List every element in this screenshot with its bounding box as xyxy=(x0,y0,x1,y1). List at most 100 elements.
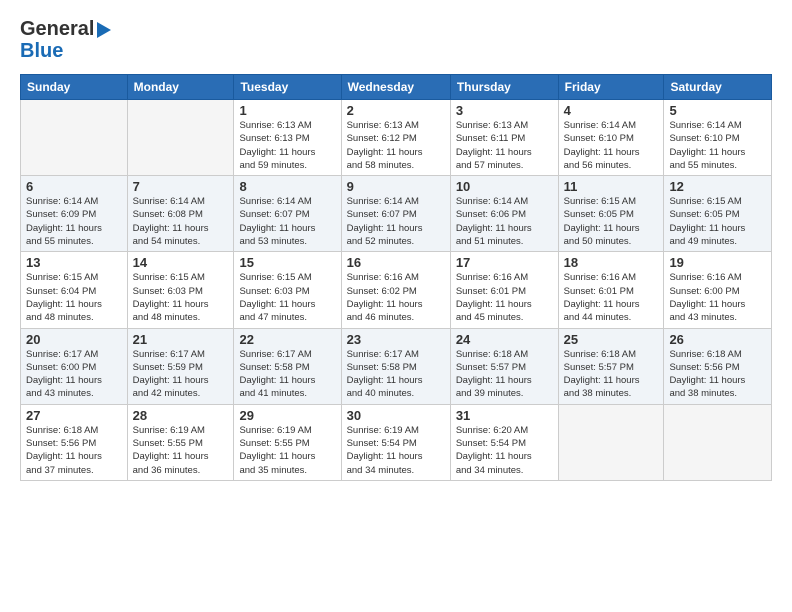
calendar-cell: 21Sunrise: 6:17 AMSunset: 5:59 PMDayligh… xyxy=(127,328,234,404)
day-number: 4 xyxy=(564,103,659,118)
weekday-header-sunday: Sunday xyxy=(21,75,128,100)
day-number: 8 xyxy=(239,179,335,194)
day-info: Sunrise: 6:16 AMSunset: 6:01 PMDaylight:… xyxy=(456,271,553,324)
calendar-cell: 6Sunrise: 6:14 AMSunset: 6:09 PMDaylight… xyxy=(21,176,128,252)
day-info: Sunrise: 6:19 AMSunset: 5:55 PMDaylight:… xyxy=(239,424,335,477)
day-info: Sunrise: 6:13 AMSunset: 6:11 PMDaylight:… xyxy=(456,119,553,172)
calendar-cell: 19Sunrise: 6:16 AMSunset: 6:00 PMDayligh… xyxy=(664,252,772,328)
day-info: Sunrise: 6:20 AMSunset: 5:54 PMDaylight:… xyxy=(456,424,553,477)
day-info: Sunrise: 6:17 AMSunset: 5:58 PMDaylight:… xyxy=(239,348,335,401)
calendar-cell: 9Sunrise: 6:14 AMSunset: 6:07 PMDaylight… xyxy=(341,176,450,252)
calendar-cell: 7Sunrise: 6:14 AMSunset: 6:08 PMDaylight… xyxy=(127,176,234,252)
day-number: 17 xyxy=(456,255,553,270)
day-info: Sunrise: 6:18 AMSunset: 5:56 PMDaylight:… xyxy=(26,424,122,477)
calendar-cell xyxy=(127,100,234,176)
calendar-cell xyxy=(21,100,128,176)
day-number: 28 xyxy=(133,408,229,423)
day-number: 19 xyxy=(669,255,766,270)
day-info: Sunrise: 6:18 AMSunset: 5:56 PMDaylight:… xyxy=(669,348,766,401)
day-number: 16 xyxy=(347,255,445,270)
day-info: Sunrise: 6:14 AMSunset: 6:07 PMDaylight:… xyxy=(347,195,445,248)
day-info: Sunrise: 6:14 AMSunset: 6:07 PMDaylight:… xyxy=(239,195,335,248)
day-info: Sunrise: 6:15 AMSunset: 6:03 PMDaylight:… xyxy=(239,271,335,324)
weekday-header-wednesday: Wednesday xyxy=(341,75,450,100)
day-info: Sunrise: 6:15 AMSunset: 6:05 PMDaylight:… xyxy=(669,195,766,248)
day-number: 2 xyxy=(347,103,445,118)
calendar-cell: 14Sunrise: 6:15 AMSunset: 6:03 PMDayligh… xyxy=(127,252,234,328)
day-number: 29 xyxy=(239,408,335,423)
day-info: Sunrise: 6:14 AMSunset: 6:08 PMDaylight:… xyxy=(133,195,229,248)
day-number: 12 xyxy=(669,179,766,194)
calendar-cell: 1Sunrise: 6:13 AMSunset: 6:13 PMDaylight… xyxy=(234,100,341,176)
calendar-cell: 12Sunrise: 6:15 AMSunset: 6:05 PMDayligh… xyxy=(664,176,772,252)
logo: General Blue xyxy=(20,18,111,62)
calendar-cell: 16Sunrise: 6:16 AMSunset: 6:02 PMDayligh… xyxy=(341,252,450,328)
logo-text: General Blue xyxy=(20,18,111,62)
calendar-cell: 8Sunrise: 6:14 AMSunset: 6:07 PMDaylight… xyxy=(234,176,341,252)
calendar-cell: 22Sunrise: 6:17 AMSunset: 5:58 PMDayligh… xyxy=(234,328,341,404)
calendar-cell: 10Sunrise: 6:14 AMSunset: 6:06 PMDayligh… xyxy=(450,176,558,252)
day-number: 11 xyxy=(564,179,659,194)
day-number: 31 xyxy=(456,408,553,423)
day-info: Sunrise: 6:13 AMSunset: 6:13 PMDaylight:… xyxy=(239,119,335,172)
day-info: Sunrise: 6:18 AMSunset: 5:57 PMDaylight:… xyxy=(456,348,553,401)
calendar-cell: 5Sunrise: 6:14 AMSunset: 6:10 PMDaylight… xyxy=(664,100,772,176)
day-number: 5 xyxy=(669,103,766,118)
day-info: Sunrise: 6:14 AMSunset: 6:06 PMDaylight:… xyxy=(456,195,553,248)
calendar-cell: 20Sunrise: 6:17 AMSunset: 6:00 PMDayligh… xyxy=(21,328,128,404)
day-info: Sunrise: 6:13 AMSunset: 6:12 PMDaylight:… xyxy=(347,119,445,172)
page: General Blue SundayMondayTuesdayWednesda… xyxy=(0,0,792,612)
day-info: Sunrise: 6:18 AMSunset: 5:57 PMDaylight:… xyxy=(564,348,659,401)
day-info: Sunrise: 6:15 AMSunset: 6:04 PMDaylight:… xyxy=(26,271,122,324)
day-number: 10 xyxy=(456,179,553,194)
day-number: 6 xyxy=(26,179,122,194)
calendar-cell: 11Sunrise: 6:15 AMSunset: 6:05 PMDayligh… xyxy=(558,176,664,252)
day-number: 26 xyxy=(669,332,766,347)
calendar-cell: 17Sunrise: 6:16 AMSunset: 6:01 PMDayligh… xyxy=(450,252,558,328)
day-info: Sunrise: 6:17 AMSunset: 6:00 PMDaylight:… xyxy=(26,348,122,401)
day-info: Sunrise: 6:19 AMSunset: 5:54 PMDaylight:… xyxy=(347,424,445,477)
day-number: 27 xyxy=(26,408,122,423)
calendar-cell: 27Sunrise: 6:18 AMSunset: 5:56 PMDayligh… xyxy=(21,404,128,480)
weekday-header-monday: Monday xyxy=(127,75,234,100)
day-number: 20 xyxy=(26,332,122,347)
calendar-week-row: 6Sunrise: 6:14 AMSunset: 6:09 PMDaylight… xyxy=(21,176,772,252)
day-number: 22 xyxy=(239,332,335,347)
day-info: Sunrise: 6:16 AMSunset: 6:01 PMDaylight:… xyxy=(564,271,659,324)
day-number: 23 xyxy=(347,332,445,347)
day-number: 25 xyxy=(564,332,659,347)
calendar-cell: 30Sunrise: 6:19 AMSunset: 5:54 PMDayligh… xyxy=(341,404,450,480)
calendar-cell: 29Sunrise: 6:19 AMSunset: 5:55 PMDayligh… xyxy=(234,404,341,480)
day-info: Sunrise: 6:14 AMSunset: 6:09 PMDaylight:… xyxy=(26,195,122,248)
calendar-cell: 24Sunrise: 6:18 AMSunset: 5:57 PMDayligh… xyxy=(450,328,558,404)
day-info: Sunrise: 6:19 AMSunset: 5:55 PMDaylight:… xyxy=(133,424,229,477)
day-info: Sunrise: 6:15 AMSunset: 6:03 PMDaylight:… xyxy=(133,271,229,324)
calendar-cell: 31Sunrise: 6:20 AMSunset: 5:54 PMDayligh… xyxy=(450,404,558,480)
day-number: 1 xyxy=(239,103,335,118)
calendar-week-row: 13Sunrise: 6:15 AMSunset: 6:04 PMDayligh… xyxy=(21,252,772,328)
day-info: Sunrise: 6:16 AMSunset: 6:00 PMDaylight:… xyxy=(669,271,766,324)
weekday-header-friday: Friday xyxy=(558,75,664,100)
day-number: 21 xyxy=(133,332,229,347)
weekday-header-row: SundayMondayTuesdayWednesdayThursdayFrid… xyxy=(21,75,772,100)
day-info: Sunrise: 6:17 AMSunset: 5:58 PMDaylight:… xyxy=(347,348,445,401)
day-number: 7 xyxy=(133,179,229,194)
day-number: 18 xyxy=(564,255,659,270)
calendar-cell: 26Sunrise: 6:18 AMSunset: 5:56 PMDayligh… xyxy=(664,328,772,404)
calendar-cell: 13Sunrise: 6:15 AMSunset: 6:04 PMDayligh… xyxy=(21,252,128,328)
day-number: 9 xyxy=(347,179,445,194)
calendar-cell: 23Sunrise: 6:17 AMSunset: 5:58 PMDayligh… xyxy=(341,328,450,404)
calendar-week-row: 1Sunrise: 6:13 AMSunset: 6:13 PMDaylight… xyxy=(21,100,772,176)
day-number: 14 xyxy=(133,255,229,270)
weekday-header-thursday: Thursday xyxy=(450,75,558,100)
calendar-cell: 3Sunrise: 6:13 AMSunset: 6:11 PMDaylight… xyxy=(450,100,558,176)
calendar-cell: 15Sunrise: 6:15 AMSunset: 6:03 PMDayligh… xyxy=(234,252,341,328)
weekday-header-saturday: Saturday xyxy=(664,75,772,100)
day-number: 3 xyxy=(456,103,553,118)
calendar-cell xyxy=(558,404,664,480)
calendar-cell: 4Sunrise: 6:14 AMSunset: 6:10 PMDaylight… xyxy=(558,100,664,176)
calendar-table: SundayMondayTuesdayWednesdayThursdayFrid… xyxy=(20,74,772,481)
day-number: 15 xyxy=(239,255,335,270)
calendar-cell: 18Sunrise: 6:16 AMSunset: 6:01 PMDayligh… xyxy=(558,252,664,328)
calendar-cell xyxy=(664,404,772,480)
